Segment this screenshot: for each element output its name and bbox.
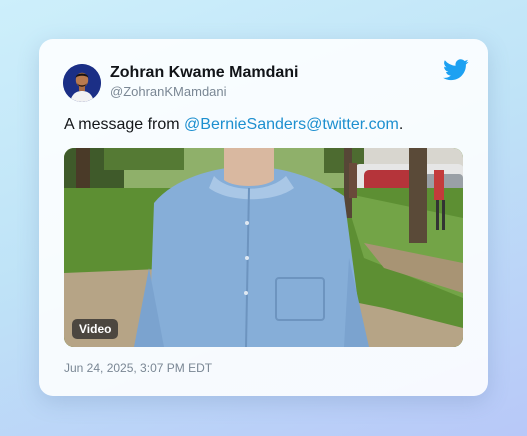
avatar[interactable] xyxy=(63,64,101,102)
tweet-text-prefix: A message from xyxy=(64,116,185,133)
author-name[interactable]: Zohran Kwame Mamdani xyxy=(110,64,298,82)
tweet-card: Zohran Kwame Mamdani @ZohranKMamdani A m… xyxy=(39,39,488,396)
tweet-timestamp[interactable]: Jun 24, 2025, 3:07 PM EDT xyxy=(64,361,212,375)
avatar-portrait xyxy=(63,64,101,102)
twitter-bird-icon[interactable] xyxy=(443,59,469,81)
video-media[interactable]: Video xyxy=(64,148,463,347)
video-badge: Video xyxy=(72,319,119,339)
video-thumbnail xyxy=(64,148,463,347)
author-handle[interactable]: @ZohranKMamdani xyxy=(110,84,227,99)
tweet-text: A message from @BernieSanders@twitter.co… xyxy=(64,116,403,134)
mention-link[interactable]: @BernieSanders@twitter.com xyxy=(184,116,399,133)
tweet-text-suffix: . xyxy=(398,116,404,133)
